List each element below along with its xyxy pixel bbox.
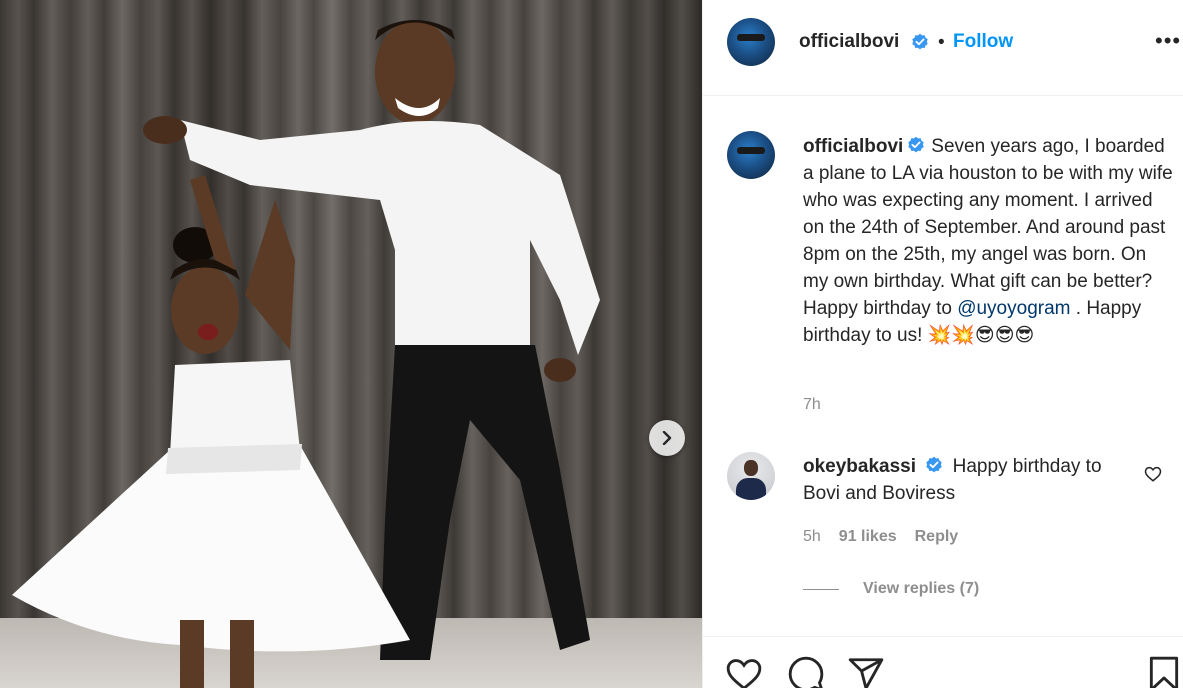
- like-comment-button[interactable]: [1144, 465, 1162, 483]
- verified-badge-icon: [926, 456, 943, 473]
- separator-dot: •: [938, 32, 945, 53]
- carousel-next-button[interactable]: [649, 420, 685, 456]
- verified-badge-icon: [908, 136, 924, 153]
- photo-figures: [12, 20, 600, 688]
- commenter-username[interactable]: okeybakassi: [803, 456, 916, 477]
- heart-icon: [726, 659, 762, 688]
- reply-button[interactable]: Reply: [915, 528, 959, 546]
- commenter-avatar[interactable]: [727, 452, 775, 500]
- post-author-username[interactable]: officialbovi: [799, 31, 899, 53]
- caption-username[interactable]: officialbovi: [803, 136, 903, 157]
- post-photo: [0, 0, 702, 688]
- caption-avatar[interactable]: [727, 131, 775, 179]
- avatar[interactable]: [727, 18, 775, 66]
- view-replies-label: View replies (7): [863, 580, 980, 597]
- like-button[interactable]: [725, 655, 763, 688]
- bookmark-icon: [1149, 656, 1179, 688]
- divider-line: [803, 588, 839, 590]
- comment-likes-count[interactable]: 91 likes: [839, 528, 897, 546]
- chevron-right-icon: [662, 431, 672, 445]
- follow-button[interactable]: Follow: [953, 31, 1013, 53]
- save-button[interactable]: [1145, 655, 1183, 688]
- caption-text: Seven years ago, I boarded a plane to LA…: [803, 136, 1173, 319]
- post-side-panel: officialbovi • Follow ••• officialbovi Se…: [702, 0, 1183, 688]
- heart-icon: [1144, 466, 1162, 482]
- girl-figure: [12, 175, 410, 688]
- view-replies-button[interactable]: View replies (7): [803, 580, 979, 598]
- caption-timestamp[interactable]: 7h: [803, 396, 821, 414]
- more-options-button[interactable]: •••: [1155, 30, 1181, 52]
- comment-button[interactable]: [787, 655, 825, 688]
- caption-mention-link[interactable]: @uyoyogram: [957, 298, 1070, 319]
- paper-plane-icon: [848, 658, 884, 688]
- comment-meta: 5h 91 likes Reply: [803, 528, 958, 546]
- comment-timestamp[interactable]: 5h: [803, 528, 821, 546]
- comment: okeybakassi Happy birthday to Bovi and B…: [803, 453, 1133, 507]
- share-button[interactable]: [847, 655, 885, 688]
- post-caption: officialbovi Seven years ago, I boarded a…: [803, 133, 1173, 349]
- post-header: officialbovi • Follow •••: [703, 0, 1183, 96]
- comment-icon: [788, 656, 824, 688]
- post-actions-bar: [703, 636, 1183, 688]
- verified-badge-icon: [912, 33, 928, 50]
